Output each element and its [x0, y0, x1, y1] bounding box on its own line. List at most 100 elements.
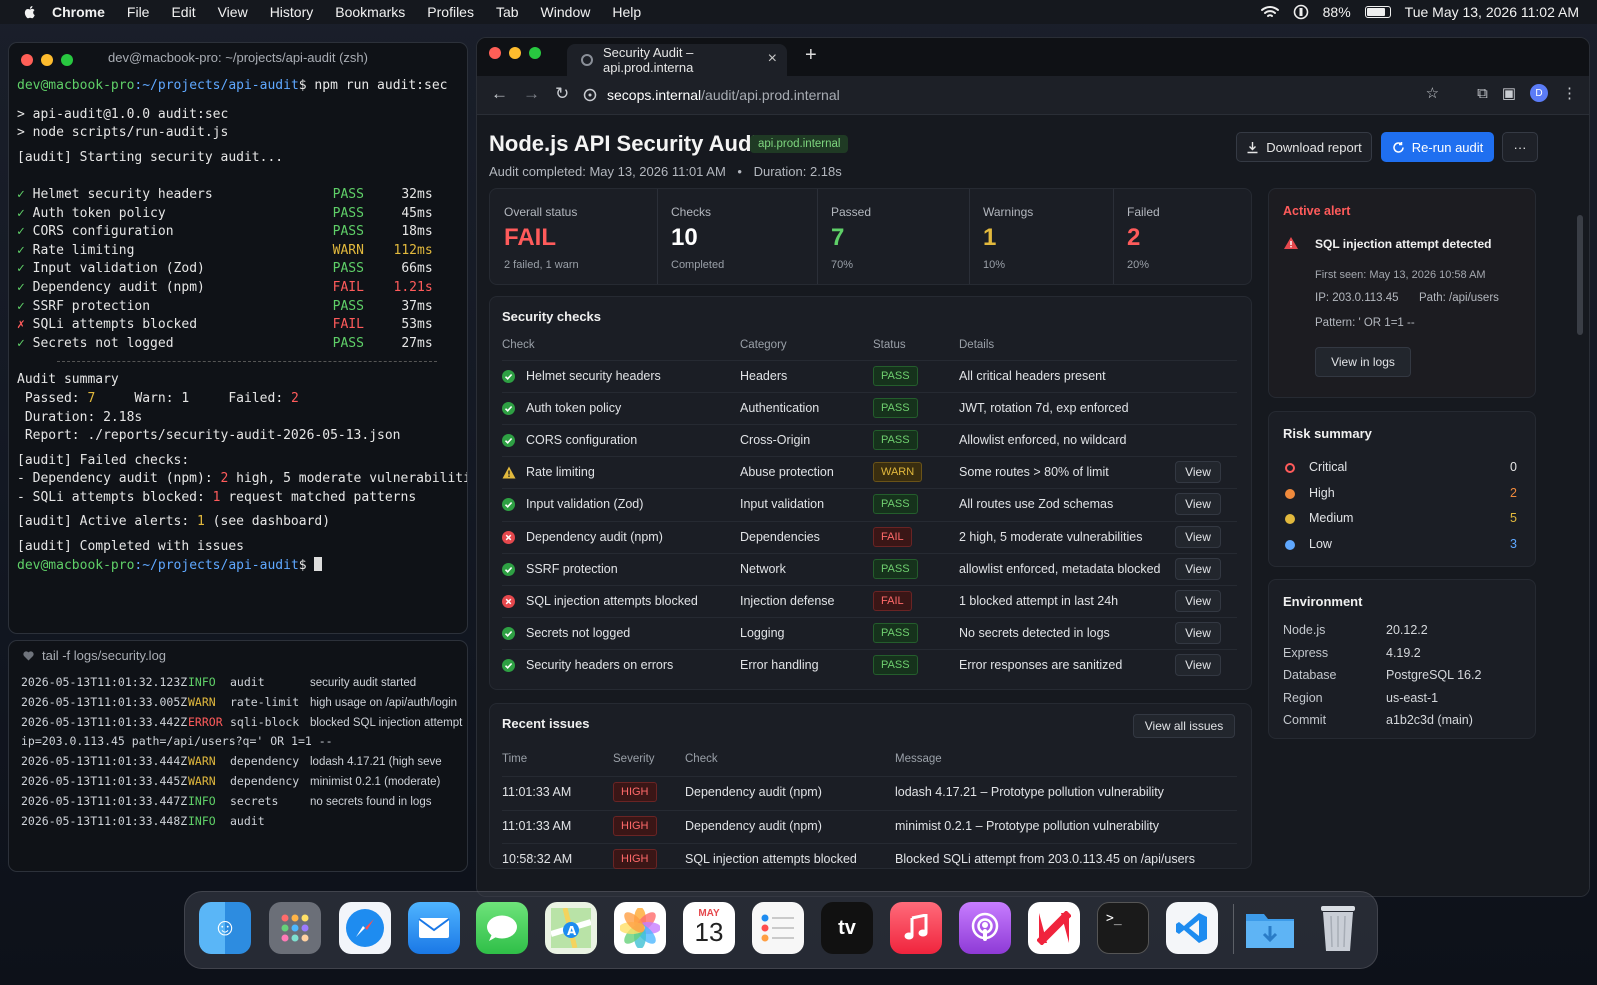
trash-icon[interactable] — [1312, 902, 1364, 954]
environment-title: Environment — [1283, 594, 1363, 609]
apple-icon[interactable] — [22, 4, 38, 20]
minimize-window-button[interactable] — [509, 47, 521, 59]
terminal-output[interactable]: dev@macbook-pro:~/projects/api-audit$ np… — [17, 77, 467, 575]
view-in-logs-button[interactable]: View in logs — [1315, 347, 1411, 377]
news-icon[interactable] — [1028, 902, 1080, 954]
podcasts-icon[interactable] — [959, 902, 1011, 954]
menu-window[interactable]: Window — [541, 4, 591, 20]
check-row[interactable]: SQL injection attempts blocked Injection … — [502, 584, 1237, 618]
check-circle-icon — [502, 498, 515, 512]
launchpad-icon[interactable] — [269, 902, 321, 954]
audit-start-line: [audit] Starting security audit... — [17, 149, 284, 165]
menu-view[interactable]: View — [218, 4, 248, 20]
issue-check: Dependency audit (npm) — [685, 818, 822, 833]
new-tab-icon[interactable]: + — [805, 44, 817, 67]
side-panel-icon[interactable]: ▣ — [1502, 84, 1516, 102]
messages-icon[interactable] — [476, 902, 528, 954]
menu-tab[interactable]: Tab — [496, 4, 519, 20]
view-check-button[interactable]: View — [1175, 589, 1221, 612]
browser-window[interactable]: Security Audit – api.prod.interna × + ← … — [476, 37, 1590, 897]
forward-icon[interactable]: → — [523, 84, 540, 104]
log-level: INFO — [188, 793, 216, 808]
battery-icon[interactable] — [1364, 6, 1391, 18]
check-row[interactable]: Helmet security headers Headers PASS All cr… — [502, 360, 1237, 393]
close-window-button[interactable] — [489, 47, 501, 59]
reminders-icon[interactable] — [752, 902, 804, 954]
menu-profiles[interactable]: Profiles — [427, 4, 474, 20]
log-message: blocked SQL injection attempt — [310, 716, 463, 729]
key-check-icon — [502, 402, 515, 416]
menu-edit[interactable]: Edit — [171, 4, 195, 20]
risk-low-dot — [1285, 539, 1295, 550]
check-row[interactable]: Secrets not logged Logging PASS No secrets … — [502, 616, 1237, 650]
check-row[interactable]: CORS configuration Cross-Origin PASS Allowl… — [502, 424, 1237, 457]
npm-line-1: > api-audit@1.0.0 audit:sec — [17, 106, 229, 122]
back-icon[interactable]: ← — [491, 84, 508, 104]
maps-icon[interactable]: A — [545, 902, 597, 954]
severity-badge: HIGH — [613, 815, 657, 836]
view-check-button[interactable]: View — [1175, 493, 1221, 516]
view-check-button[interactable]: View — [1175, 621, 1221, 644]
menu-app-name[interactable]: Chrome — [52, 4, 105, 20]
log-level: INFO — [188, 675, 216, 689]
tab-security-audit[interactable]: Security Audit – api.prod.interna × — [567, 44, 787, 76]
issue-row[interactable]: 10:58:32 AM HIGH SQL injection attempts bl… — [502, 843, 1237, 877]
dock-divider — [1233, 904, 1234, 954]
vpn-icon[interactable] — [1293, 4, 1309, 20]
calendar-day: 13 — [694, 916, 724, 947]
terminal-app-icon[interactable]: >_ — [1097, 902, 1149, 954]
menu-clock[interactable]: Tue May 13, 2026 11:02 AM — [1405, 4, 1579, 20]
menu-bookmarks[interactable]: Bookmarks — [335, 4, 405, 20]
view-check-button[interactable]: View — [1175, 525, 1221, 548]
active-alerts-b: (see dashboard) — [204, 514, 331, 530]
terminal-window[interactable]: dev@macbook-pro: ~/projects/api-audit (z… — [8, 42, 468, 634]
check-row[interactable]: Dependency audit (npm) Dependencies FAIL 2 … — [502, 520, 1237, 554]
menu-help[interactable]: Help — [612, 4, 641, 20]
address-bar[interactable]: secops.internal/audit/api.prod.internal — [583, 81, 1373, 109]
bookmark-star-icon[interactable]: ☆ — [1426, 84, 1439, 102]
profile-avatar[interactable]: D — [1530, 84, 1548, 102]
close-tab-icon[interactable]: × — [768, 50, 777, 68]
photos-icon[interactable] — [614, 902, 666, 954]
log-message: no secrets found in logs — [310, 795, 432, 808]
check-row[interactable]: SSRF protection Network PASS allowlist enfo… — [502, 552, 1237, 586]
rerun-audit-button[interactable]: Re-run audit — [1381, 132, 1494, 162]
check-row[interactable]: Input validation (Zod) Input validation PA… — [502, 488, 1237, 521]
check-name: Rate limiting — [526, 465, 595, 480]
check-row[interactable]: Rate limiting Abuse protection WARN Some ro… — [502, 456, 1237, 489]
site-info-icon[interactable] — [583, 88, 597, 102]
recent-issues-title: Recent issues — [502, 716, 590, 731]
browser-toolbar: ← → ↻ secops.internal/audit/api.prod.int… — [477, 76, 1589, 115]
vscode-icon[interactable] — [1166, 902, 1218, 954]
wifi-icon[interactable] — [1260, 5, 1279, 19]
view-check-button[interactable]: View — [1175, 461, 1221, 484]
calendar-icon[interactable]: MAY 13 — [683, 902, 735, 954]
page-scrollbar[interactable] — [1577, 215, 1583, 335]
log-output[interactable]: 2026-05-13T11:01:32.123ZINFO audit securit… — [21, 673, 467, 831]
menu-file[interactable]: File — [127, 4, 150, 20]
mail-icon[interactable] — [408, 902, 460, 954]
downloads-folder-icon[interactable] — [1244, 902, 1296, 954]
check-row[interactable]: Auth token policy Authentication PASS JWT, … — [502, 392, 1237, 425]
env-value: 4.19.2 — [1386, 645, 1421, 660]
download-report-button[interactable]: Download report — [1236, 132, 1372, 162]
music-icon[interactable] — [890, 902, 942, 954]
col-header-check: Check — [502, 339, 535, 351]
zoom-window-button[interactable] — [529, 47, 541, 59]
more-options-button[interactable]: ··· — [1502, 132, 1538, 162]
reload-icon[interactable]: ↻ — [555, 84, 569, 104]
log-window[interactable]: tail -f logs/security.log 2026-05-13T11:… — [8, 640, 468, 872]
menu-history[interactable]: History — [270, 4, 314, 20]
apple-tv-icon[interactable]: tv — [821, 902, 873, 954]
stat-subtext: 10% — [983, 259, 1006, 271]
check-row[interactable]: Security headers on errors Error handling… — [502, 648, 1237, 682]
browser-menu-icon[interactable]: ⋮ — [1562, 84, 1577, 102]
view-all-issues-button[interactable]: View all issues — [1133, 714, 1235, 738]
view-check-button[interactable]: View — [1175, 557, 1221, 580]
issue-row[interactable]: 11:01:33 AM HIGH Dependency audit (npm) min… — [502, 809, 1237, 844]
view-check-button[interactable]: View — [1175, 653, 1221, 676]
extensions-icon[interactable]: ⧉ — [1477, 85, 1488, 102]
issue-row[interactable]: 11:01:33 AM HIGH Dependency audit (npm) lod… — [502, 776, 1237, 810]
safari-icon[interactable] — [339, 902, 391, 954]
finder-icon[interactable]: ☺ — [199, 902, 251, 954]
